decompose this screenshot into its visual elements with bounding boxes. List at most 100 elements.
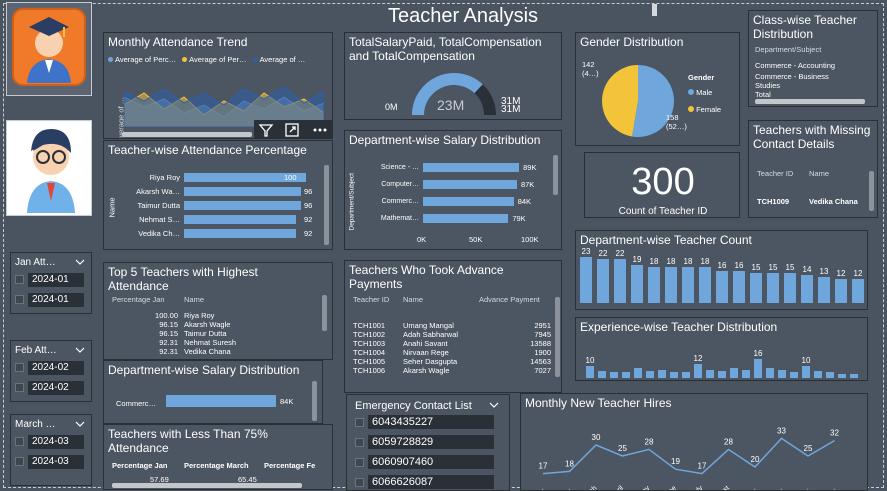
dept-count-bar[interactable]	[665, 267, 677, 303]
experience-bar[interactable]	[778, 369, 786, 378]
missing-scrollbar[interactable]	[869, 171, 874, 211]
slicer-option[interactable]: 2024-02	[15, 381, 89, 395]
dept-count-bar[interactable]	[767, 273, 779, 303]
dept-count-label: 18	[666, 257, 676, 266]
chevron-down-icon[interactable]	[75, 346, 85, 354]
advance-scrollbar[interactable]	[555, 297, 560, 377]
dept-count-bar[interactable]	[699, 267, 711, 303]
checkbox[interactable]	[355, 477, 364, 487]
hires-month-label: Febr…	[551, 485, 572, 490]
experience-bar[interactable]	[814, 370, 822, 378]
experience-bar[interactable]	[610, 372, 618, 378]
dept-salary-bar[interactable]	[423, 163, 520, 172]
experience-bar[interactable]	[838, 374, 846, 378]
chevron-down-icon[interactable]	[75, 420, 85, 428]
slicer-option[interactable]: 2024-01	[15, 293, 89, 307]
slicer-option[interactable]: 2024-03	[15, 455, 89, 469]
emergency-option[interactable]: 6059728829	[355, 435, 507, 449]
experience-bar[interactable]	[802, 366, 810, 378]
experience-bar[interactable]	[742, 369, 750, 378]
checkbox[interactable]	[15, 382, 24, 392]
dept-count-bar[interactable]	[631, 265, 643, 303]
emergency-option[interactable]: 6060907460	[355, 455, 507, 469]
experience-bar[interactable]	[694, 363, 702, 378]
slicer-option[interactable]: 2024-03	[15, 435, 89, 449]
legend-item[interactable]: Average of Per…	[182, 55, 247, 64]
experience-bar[interactable]	[730, 368, 738, 378]
dept-salary-bar[interactable]	[423, 197, 514, 206]
focus-mode-icon[interactable]	[282, 120, 302, 139]
dept-count-bar[interactable]	[750, 273, 762, 303]
top5-header-pct: Percentage Jan	[112, 295, 165, 304]
teacher-bar[interactable]	[184, 187, 302, 196]
dept-salary-bar[interactable]	[423, 214, 509, 223]
dept-count-bar[interactable]	[614, 259, 626, 303]
experience-bar[interactable]	[754, 358, 762, 378]
checkbox[interactable]	[15, 436, 24, 446]
dept-salary-small-scrollbar[interactable]	[312, 381, 317, 421]
checkbox[interactable]	[15, 456, 24, 466]
experience-bar[interactable]	[622, 372, 630, 378]
slicer-option[interactable]: 2024-02	[15, 361, 89, 375]
experience-bar[interactable]	[682, 372, 690, 378]
experience-bar[interactable]	[670, 372, 678, 378]
dept-count-bar[interactable]	[733, 271, 745, 303]
experience-bar[interactable]	[718, 370, 726, 378]
dept-count-bar[interactable]	[852, 279, 864, 303]
emergency-option[interactable]: 6066626087	[355, 475, 507, 489]
dept-salary-scrollbar[interactable]	[553, 155, 558, 195]
attendance-scrollbar[interactable]	[122, 132, 252, 137]
experience-bar[interactable]	[658, 369, 666, 378]
experience-bar[interactable]	[706, 369, 714, 378]
checkbox[interactable]	[15, 294, 24, 304]
checkbox[interactable]	[15, 362, 24, 372]
missing-contact-title: Teachers with Missing Contact Details	[753, 123, 871, 151]
checkbox[interactable]	[355, 457, 364, 467]
dept-count-bar[interactable]	[835, 279, 847, 303]
teacher-attendance-scrollbar[interactable]	[324, 165, 329, 245]
gauge-value: 23M	[437, 97, 465, 113]
dept-salary-bar[interactable]	[423, 180, 517, 189]
experience-bar[interactable]	[598, 370, 606, 378]
experience-bar[interactable]	[850, 374, 858, 378]
chevron-down-icon[interactable]	[489, 401, 499, 409]
legend-item[interactable]: Average of …	[252, 55, 305, 64]
experience-bar[interactable]	[766, 368, 774, 378]
teacher-bar[interactable]	[184, 229, 297, 238]
classwise-scrollbar[interactable]	[755, 99, 865, 104]
experience-bar[interactable]	[790, 372, 798, 378]
experience-bar[interactable]	[826, 372, 834, 378]
legend-item[interactable]: Average of Perc…	[108, 55, 176, 64]
dept-count-bar[interactable]	[648, 267, 660, 303]
hires-month-label: March	[579, 485, 598, 490]
dept-count-bar[interactable]	[784, 273, 796, 303]
dept-count-bar[interactable]	[716, 271, 728, 303]
teacher-bar[interactable]	[184, 201, 302, 210]
teacher-bar[interactable]	[184, 215, 297, 224]
dept-count-bar[interactable]	[682, 267, 694, 303]
count-card: 300 Count of Teacher ID	[584, 152, 740, 218]
dept-count-bar[interactable]	[580, 257, 592, 303]
legend-male[interactable]: Male	[688, 88, 712, 97]
chevron-down-icon[interactable]	[75, 258, 85, 266]
filter-icon[interactable]	[256, 120, 276, 139]
experience-bar[interactable]	[634, 368, 642, 378]
checkbox[interactable]	[355, 417, 364, 427]
emergency-option[interactable]: 6043435227	[355, 415, 507, 429]
more-options-icon[interactable]	[310, 120, 330, 139]
checkbox[interactable]	[15, 274, 24, 284]
experience-bar[interactable]	[646, 370, 654, 378]
drag-handle[interactable]	[652, 4, 657, 16]
dept-count-bar[interactable]	[801, 275, 813, 303]
checkbox[interactable]	[355, 437, 364, 447]
less-than-scrollbar[interactable]	[112, 483, 302, 488]
experience-bar[interactable]	[586, 366, 594, 378]
dept-count-bar[interactable]	[597, 259, 609, 303]
slicer-option[interactable]: 2024-01	[15, 273, 89, 287]
dept-count-bar[interactable]	[818, 277, 830, 303]
slicer-option-label: 2024-02	[28, 381, 84, 395]
logo-tile-2	[6, 120, 92, 216]
top5-scrollbar[interactable]	[322, 295, 327, 331]
experience-label: 12	[693, 353, 703, 363]
legend-female[interactable]: Female	[688, 105, 721, 114]
